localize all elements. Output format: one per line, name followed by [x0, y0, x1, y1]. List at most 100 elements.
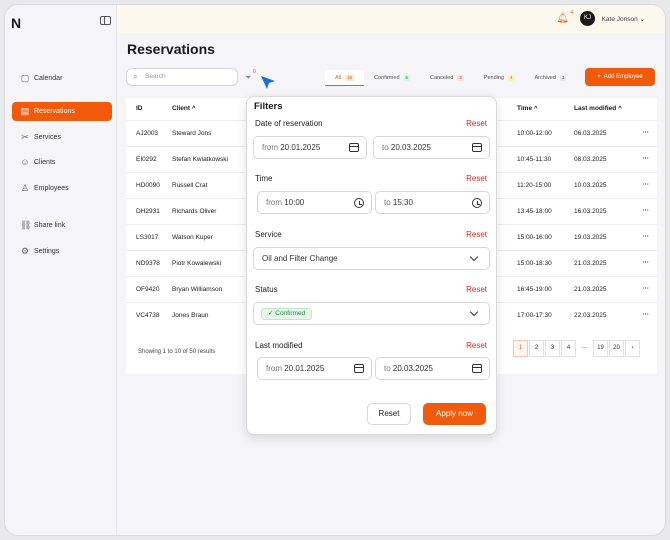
row-more-icon[interactable]: ··· — [643, 155, 650, 162]
sidebar-item-share-link[interactable]: ⛓ Share link — [12, 216, 112, 235]
pagination-ellipsis: ... — [581, 344, 587, 350]
add-employee-button[interactable]: + Add Employee — [585, 68, 655, 86]
user-menu[interactable]: Kate Jonson ⌄ — [602, 15, 645, 23]
sidebar-item-reservations[interactable]: ▤ Reservations — [12, 102, 112, 121]
calendar-icon: ▢ — [20, 73, 30, 83]
date-to-input[interactable]: to 20.03.2025 — [373, 136, 490, 159]
cell-time: 10:45-11:30 — [517, 156, 552, 163]
date-reset-link[interactable]: Reset — [466, 119, 487, 128]
time-from-value: 10:00 — [284, 198, 305, 207]
cell-id: EI0292 — [136, 156, 157, 163]
cell-id: DH2931 — [136, 208, 160, 215]
sidebar: N ▢ Calendar ▤ Reservations ✂ Services ☺ Client… — [5, 5, 117, 535]
cell-last-modified: 08.03.2025 — [574, 156, 607, 163]
chevron-down-icon — [469, 252, 479, 262]
tab-archived[interactable]: Archived 3 — [525, 70, 577, 86]
row-more-icon[interactable]: ··· — [643, 285, 650, 292]
reset-button[interactable]: Reset — [367, 403, 411, 425]
filter-icon[interactable]: ⏷ — [245, 73, 251, 83]
date-from-value: 20.01.2025 — [280, 143, 321, 152]
row-more-icon[interactable]: ··· — [643, 207, 650, 214]
tab-label: Archived — [534, 75, 556, 81]
sidebar-item-label: Share link — [34, 222, 66, 229]
row-more-icon[interactable]: ··· — [643, 311, 650, 318]
cell-last-modified: 21.03.2025 — [574, 260, 607, 267]
time-to-input[interactable]: to 15:30 — [375, 191, 490, 214]
avatar[interactable]: KJ — [580, 11, 595, 26]
date-from-prefix: from — [262, 143, 278, 152]
row-more-icon[interactable]: ··· — [643, 259, 650, 266]
apply-now-button[interactable]: Apply now — [423, 403, 486, 425]
cell-time: 16:45-19:00 — [517, 286, 552, 293]
time-reset-link[interactable]: Reset — [466, 174, 487, 183]
tab-all[interactable]: All 16 — [325, 70, 365, 86]
calendar-icon[interactable] — [472, 364, 482, 373]
calendar-icon[interactable] — [349, 143, 359, 152]
sidebar-item-settings[interactable]: ⚙ Settings — [12, 242, 112, 261]
header-modified-label: Last modified — [574, 105, 617, 112]
page-button[interactable]: 20 — [609, 340, 624, 357]
tab-count-badge: 4 — [507, 75, 515, 81]
calendar-icon[interactable] — [354, 364, 364, 373]
next-page-icon[interactable]: › — [625, 340, 640, 357]
tab-pending[interactable]: Pending 4 — [474, 70, 525, 86]
status-reset-link[interactable]: Reset — [466, 285, 487, 294]
page-button[interactable]: 19 — [593, 340, 608, 357]
cell-time: 13:45-18:00 — [517, 208, 552, 215]
row-more-icon[interactable]: ··· — [643, 181, 650, 188]
clock-icon[interactable] — [472, 198, 482, 208]
sidebar-item-label: Settings — [34, 248, 60, 255]
collapse-sidebar-icon[interactable] — [100, 16, 111, 25]
status-select[interactable]: ✓ Confirmed — [253, 302, 490, 325]
cell-client: Richards Oliver — [172, 208, 217, 215]
tab-count-badge: 3 — [559, 75, 567, 81]
page-button[interactable]: 2 — [529, 340, 544, 357]
header-client[interactable]: Client ^ — [172, 105, 196, 112]
sidebar-item-calendar[interactable]: ▢ Calendar — [12, 69, 112, 88]
cell-id: LS3017 — [136, 234, 159, 241]
tab-label: All — [335, 74, 342, 81]
status-tabs: All 16 Confirmed 6 Canceled 3 Pending 4 Archived… — [325, 70, 576, 86]
sidebar-item-clients[interactable]: ☺ Clients — [12, 153, 112, 172]
search-input[interactable]: ⌕ Search — [126, 68, 238, 86]
row-more-icon[interactable]: ··· — [643, 129, 650, 136]
tab-label: Confirmed — [374, 75, 400, 81]
status-chip-confirmed[interactable]: ✓ Confirmed — [261, 308, 313, 320]
last-modified-reset-link[interactable]: Reset — [466, 341, 487, 350]
cell-time: 15:00-16:00 — [517, 234, 552, 241]
service-reset-link[interactable]: Reset — [466, 230, 487, 239]
cell-client: Jones Braun — [172, 312, 209, 319]
modified-to-input[interactable]: to 20.03.2025 — [375, 357, 490, 380]
bell-icon[interactable]: 🔔︎ — [556, 13, 569, 24]
time-from-input[interactable]: from 10:00 — [257, 191, 372, 214]
page-button[interactable]: 1 — [513, 340, 528, 357]
filter-count: 0 — [253, 69, 256, 75]
cell-last-modified: 22.03.2025 — [574, 312, 607, 319]
logo: N — [11, 15, 22, 31]
page-button[interactable]: 3 — [545, 340, 560, 357]
time-to-value: 15:30 — [392, 198, 413, 207]
service-select[interactable]: Oil and Filter Change — [253, 247, 490, 270]
sidebar-item-services[interactable]: ✂ Services — [12, 128, 112, 147]
notification-count: 4 — [570, 10, 573, 16]
mod-to-value: 20.03.2025 — [392, 364, 433, 373]
cell-id: OF9420 — [136, 286, 160, 293]
row-more-icon[interactable]: ··· — [643, 233, 650, 240]
user-name: Kate Jonson — [601, 16, 638, 23]
page-button[interactable]: 4 — [561, 340, 576, 357]
employees-icon: ♙ — [20, 183, 30, 193]
date-from-input[interactable]: from 20.01.2025 — [253, 136, 367, 159]
modified-from-input[interactable]: from 20.01.2025 — [257, 357, 372, 380]
cell-client: Steward Jons — [172, 130, 212, 137]
sidebar-item-employees[interactable]: ♙ Employees — [12, 179, 112, 198]
header-last-modified[interactable]: Last modified ^ — [574, 105, 622, 112]
header-id[interactable]: ID — [136, 105, 143, 112]
header-time[interactable]: Time ^ — [517, 105, 538, 112]
gear-icon: ⚙ — [20, 246, 30, 256]
mod-to-prefix: to — [384, 364, 391, 373]
tab-canceled[interactable]: Canceled 3 — [420, 70, 474, 86]
page-title: Reservations — [127, 41, 215, 57]
tab-confirmed[interactable]: Confirmed 6 — [364, 70, 420, 86]
clock-icon[interactable] — [354, 198, 364, 208]
calendar-icon[interactable] — [472, 143, 482, 152]
